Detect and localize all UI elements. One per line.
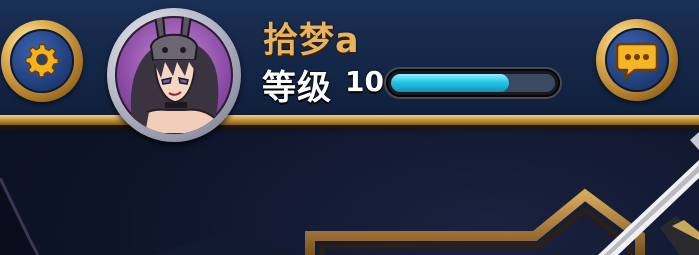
speech-bubble-icon (615, 42, 659, 80)
settings-button[interactable] (1, 20, 83, 102)
top-bar-shadow (0, 125, 699, 131)
avatar-portrait (115, 16, 233, 134)
player-avatar[interactable] (107, 8, 241, 142)
game-hud-screen: 拾梦a 等级 10 (0, 0, 699, 255)
character-portrait-image (125, 16, 227, 134)
player-name: 拾梦a (263, 21, 360, 61)
top-bar-gold-trim (0, 115, 699, 125)
xp-progress-bar (386, 69, 560, 97)
xp-progress-track (391, 74, 555, 92)
level-label: 等级 (262, 68, 332, 108)
gear-icon (25, 43, 59, 78)
level-value: 10 (345, 65, 384, 98)
chat-button[interactable] (596, 19, 678, 101)
xp-progress-fill (391, 74, 510, 92)
